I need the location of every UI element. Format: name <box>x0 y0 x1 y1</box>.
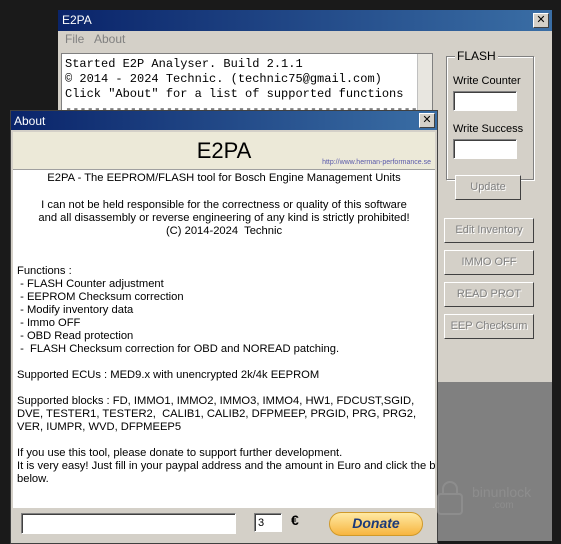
about-close-button[interactable]: ✕ <box>419 113 435 128</box>
paypal-address-input[interactable] <box>21 513 236 534</box>
about-line: Supported ECUs : MED9.x with unencrypted… <box>17 369 320 381</box>
flash-group-label: FLASH <box>455 49 498 63</box>
lock-icon <box>437 481 463 515</box>
log-line: © 2014 - 2024 Technic. (technic75@gmail.… <box>65 72 382 86</box>
write-counter-input[interactable] <box>453 91 517 111</box>
log-line: Started E2P Analyser. Build 2.1.1 <box>65 57 303 71</box>
menu-about[interactable]: About <box>94 32 125 46</box>
about-title: About <box>14 114 46 128</box>
main-title-bar[interactable]: E2PA ✕ <box>58 10 552 31</box>
menu-file[interactable]: File <box>65 32 84 46</box>
about-line: - Immo OFF <box>17 317 81 329</box>
edit-inventory-button[interactable]: Edit Inventory <box>444 218 534 243</box>
update-button[interactable]: Update <box>455 175 521 200</box>
watermark-subtext: .com <box>492 500 514 511</box>
about-line: and all disassembly or reverse engineeri… <box>38 212 410 224</box>
about-line: - OBD Read protection <box>17 330 134 342</box>
watermark: binunlock .com <box>430 478 550 518</box>
about-line: E2PA - The EEPROM/FLASH tool for Bosch E… <box>47 172 401 184</box>
write-success-input[interactable] <box>453 139 517 159</box>
about-line: If you use this tool, please donate to s… <box>17 447 343 459</box>
donate-button[interactable]: Donate <box>329 512 423 536</box>
about-line: DVE, TESTER1, TESTER2, CALIB1, CALIB2, D… <box>17 408 417 420</box>
about-line: - Modify inventory data <box>17 304 134 316</box>
about-line: I can not be held responsible for the co… <box>41 199 407 211</box>
log-line: Click "About" for a list of supported fu… <box>65 87 404 101</box>
euro-symbol: € <box>291 512 299 528</box>
about-line: (C) 2014-2024 Technic <box>165 225 283 237</box>
about-line: below. <box>17 473 49 485</box>
about-line: Supported blocks : FD, IMMO1, IMMO2, IMM… <box>17 395 415 407</box>
write-counter-label: Write Counter <box>453 75 521 87</box>
about-line: - FLASH Checksum correction for OBD and … <box>17 343 340 355</box>
main-close-button[interactable]: ✕ <box>533 13 549 28</box>
about-line: - FLASH Counter adjustment <box>17 278 164 290</box>
about-text-area: E2PA - The EEPROM/FLASH tool for Bosch E… <box>13 170 435 508</box>
amount-input[interactable]: 3 <box>254 513 282 532</box>
immo-off-button[interactable]: IMMO OFF <box>444 250 534 275</box>
about-title-bar[interactable]: About ✕ <box>11 111 437 130</box>
about-banner: E2PA http://www.herman-performance.se <box>13 132 435 170</box>
about-line: Functions : <box>17 265 72 277</box>
about-line: - EEPROM Checksum correction <box>17 291 184 303</box>
banner-url: http://www.herman-performance.se <box>322 159 431 166</box>
about-line: It is very easy! Just fill in your paypa… <box>17 460 435 472</box>
donate-bar: 3 € Donate <box>13 508 435 543</box>
watermark-text: binunlock <box>472 484 532 500</box>
flash-group: FLASH Write Counter Write Success <box>446 49 534 180</box>
about-line: VER, IUMPR, WVD, DFPMEEP5 <box>17 421 182 433</box>
write-success-label: Write Success <box>453 123 524 135</box>
main-window-title: E2PA <box>62 13 92 27</box>
read-prot-button[interactable]: READ PROT <box>444 282 534 307</box>
eep-checksum-button[interactable]: EEP Checksum <box>444 314 534 339</box>
about-dialog: About ✕ E2PA http://www.herman-performan… <box>10 110 438 544</box>
menu-bar: File About <box>58 31 552 49</box>
